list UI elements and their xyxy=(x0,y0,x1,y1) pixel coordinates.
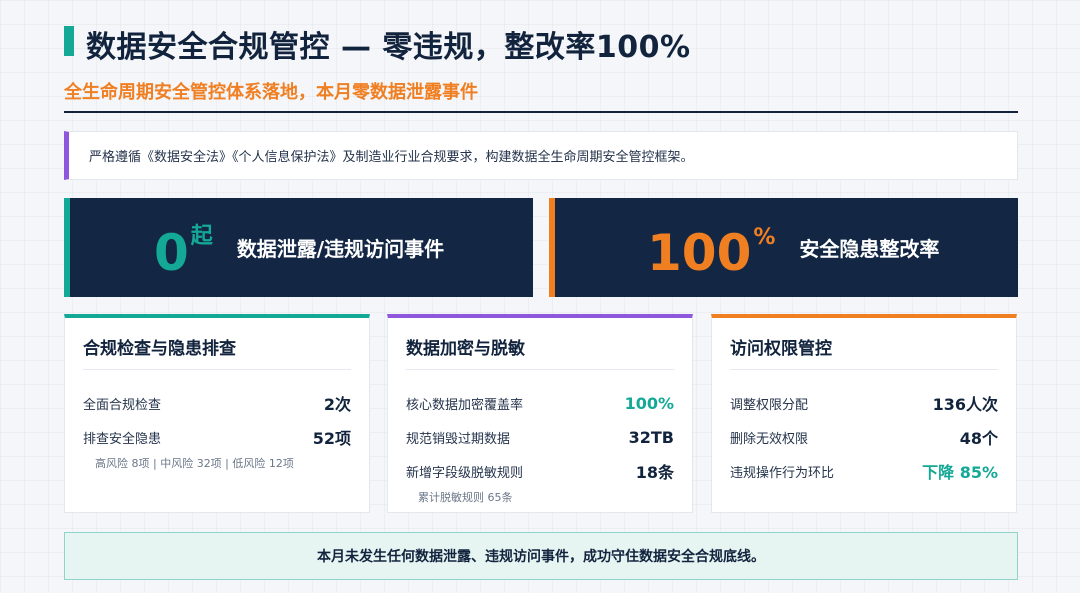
card-row: 新增字段级脱敏规则 18条 xyxy=(406,454,674,488)
card-row: 全面合规检查 2次 xyxy=(83,386,351,420)
row-value: 下降 85% xyxy=(922,463,998,482)
page-subtitle: 全生命周期安全管控体系落地，本月零数据泄露事件 xyxy=(64,82,478,103)
card-note: 累计脱敏规则 65条 xyxy=(418,491,513,504)
row-value: 52项 xyxy=(312,429,351,448)
row-label: 排查安全隐患 xyxy=(83,431,162,447)
row-value: 2次 xyxy=(323,395,351,414)
row-label: 核心数据加密覆盖率 xyxy=(406,397,524,413)
kpi-rectification: 100 % 安全隐患整改率 xyxy=(549,198,1018,297)
kpi-incidents-label: 数据泄露/违规访问事件 xyxy=(236,237,445,261)
card-title: 访问权限管控 xyxy=(730,318,998,370)
kpi-incidents: 0 起 数据泄露/违规访问事件 xyxy=(64,198,533,297)
card-row: 核心数据加密覆盖率 100% xyxy=(406,386,674,420)
row-value: 100% xyxy=(624,393,674,413)
row-label: 调整权限分配 xyxy=(730,397,809,413)
kpi-rectification-value: 100 xyxy=(647,223,752,282)
kpi-incidents-value-wrap: 0 起 xyxy=(154,218,213,278)
intro-text: 严格遵循《数据安全法》《个人信息保护法》及制造业行业合规要求，构建数据全生命周期… xyxy=(89,150,694,165)
row-value: 32TB xyxy=(628,427,674,447)
row-label: 删除无效权限 xyxy=(730,431,809,447)
card-row: 排查安全隐患 52项 xyxy=(83,420,351,454)
row-label: 规范销毁过期数据 xyxy=(406,431,511,447)
row-value: 136人次 xyxy=(932,395,998,414)
kpi-rectification-label: 安全隐患整改率 xyxy=(799,237,940,261)
card-note: 高风险 8项 | 中风险 32项 | 低风险 12项 xyxy=(95,457,294,470)
row-value: 48个 xyxy=(959,429,998,448)
card-encryption: 数据加密与脱敏 核心数据加密覆盖率 100% 规范销毁过期数据 32TB 新增字… xyxy=(387,314,693,513)
card-title: 合规检查与隐患排查 xyxy=(83,318,351,370)
header-divider xyxy=(64,111,1018,113)
intro-panel: 严格遵循《数据安全法》《个人信息保护法》及制造业行业合规要求，构建数据全生命周期… xyxy=(64,131,1018,180)
card-row: 违规操作行为环比 下降 85% xyxy=(730,454,998,488)
kpi-rectification-value-wrap: 100 % xyxy=(647,218,775,278)
row-label: 全面合规检查 xyxy=(83,397,162,413)
card-row: 删除无效权限 48个 xyxy=(730,420,998,454)
card-row: 规范销毁过期数据 32TB xyxy=(406,420,674,454)
summary-banner: 本月未发生任何数据泄露、违规访问事件，成功守住数据安全合规底线。 xyxy=(64,532,1018,580)
title-accent-bar xyxy=(64,26,74,56)
kpi-incidents-value: 0 xyxy=(154,223,189,282)
page-title: 数据安全合规管控 — 零违规，整改率100% xyxy=(86,30,691,65)
card-compliance-check: 合规检查与隐患排查 全面合规检查 2次 排查安全隐患 52项 高风险 8项 | … xyxy=(64,314,370,513)
summary-banner-text: 本月未发生任何数据泄露、违规访问事件，成功守住数据安全合规底线。 xyxy=(317,549,765,565)
card-row: 调整权限分配 136人次 xyxy=(730,386,998,420)
card-title: 数据加密与脱敏 xyxy=(406,318,674,370)
row-label: 新增字段级脱敏规则 xyxy=(406,465,524,481)
kpi-rectification-unit: % xyxy=(753,224,776,250)
row-label: 违规操作行为环比 xyxy=(730,465,835,481)
row-value: 18条 xyxy=(635,463,674,482)
kpi-incidents-unit: 起 xyxy=(190,223,213,249)
card-access-control: 访问权限管控 调整权限分配 136人次 删除无效权限 48个 违规操作行为环比 … xyxy=(711,314,1017,513)
